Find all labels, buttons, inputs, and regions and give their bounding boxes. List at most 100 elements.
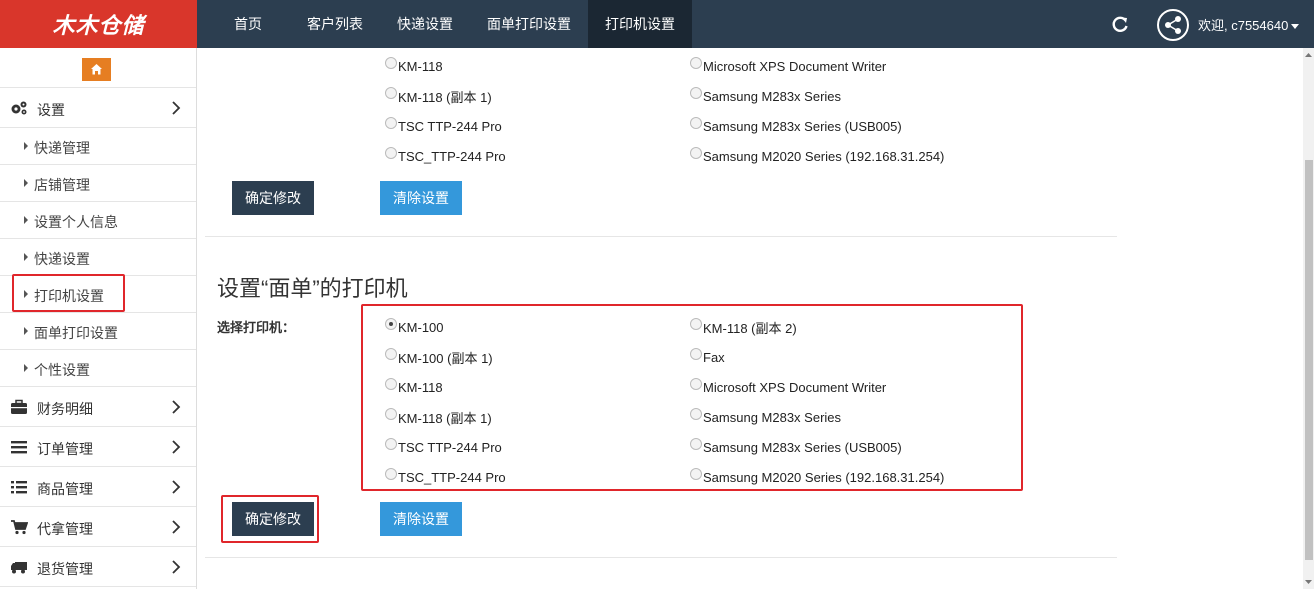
radio-printer[interactable]: Microsoft XPS Document Writer bbox=[690, 377, 886, 397]
scroll-up-arrow-icon[interactable] bbox=[1303, 48, 1314, 62]
radio-label: KM-100 (副本 1) bbox=[398, 350, 493, 366]
clear-settings-button[interactable]: 清除设置 bbox=[380, 502, 462, 536]
highlight-confirm-button bbox=[221, 495, 319, 543]
radio-printer[interactable]: KM-100 (副本 1) bbox=[385, 347, 493, 367]
sidebar-item-personal-info[interactable]: 设置个人信息 bbox=[0, 202, 196, 239]
radio-circle[interactable] bbox=[690, 147, 702, 159]
radio-printer[interactable]: KM-118 (副本 1) bbox=[385, 86, 492, 106]
clear-settings-button[interactable]: 清除设置 bbox=[380, 181, 462, 215]
chevron-right-icon bbox=[172, 440, 181, 454]
radio-circle[interactable] bbox=[690, 408, 702, 420]
sidebar-item-label: 设置个人信息 bbox=[34, 214, 118, 230]
radio-printer[interactable]: Samsung M283x Series (USB005) bbox=[690, 437, 902, 457]
radio-printer[interactable]: KM-118 bbox=[385, 56, 443, 76]
radio-printer[interactable]: KM-118 bbox=[385, 377, 443, 397]
home-button[interactable] bbox=[82, 58, 111, 81]
radio-printer[interactable]: TSC_TTP-244 Pro bbox=[385, 146, 506, 166]
radio-printer[interactable]: KM-118 (副本 1) bbox=[385, 407, 492, 427]
nav-customer-list[interactable]: 客户列表 bbox=[290, 0, 380, 48]
section-divider bbox=[205, 236, 1117, 237]
sidebar-group-products[interactable]: 商品管理 bbox=[0, 467, 196, 507]
nav-waybill-print-settings[interactable]: 面单打印设置 bbox=[470, 0, 588, 48]
radio-circle[interactable] bbox=[690, 348, 702, 360]
radio-circle-selected[interactable] bbox=[385, 318, 397, 330]
radio-label: KM-118 (副本 1) bbox=[398, 89, 492, 105]
sidebar-item-label: 快递设置 bbox=[34, 251, 90, 267]
radio-label: TSC TTP-244 Pro bbox=[398, 118, 502, 134]
sidebar-group-finance[interactable]: 财务明细 bbox=[0, 387, 196, 427]
radio-circle[interactable] bbox=[385, 408, 397, 420]
radio-label: Microsoft XPS Document Writer bbox=[703, 58, 887, 74]
radio-circle[interactable] bbox=[385, 117, 397, 129]
section-title: 设置“面单”的打印机 bbox=[217, 276, 408, 301]
radio-circle[interactable] bbox=[690, 378, 702, 390]
radio-printer[interactable]: Samsung M283x Series bbox=[690, 407, 841, 427]
chevron-right-icon bbox=[172, 560, 181, 574]
sidebar-group-finance-label: 财务明细 bbox=[37, 401, 93, 417]
radio-circle[interactable] bbox=[385, 57, 397, 69]
radio-label: Fax bbox=[703, 349, 725, 365]
logo-text: 木木仓储 bbox=[52, 13, 145, 38]
list-icon bbox=[11, 481, 27, 494]
radio-printer[interactable]: TSC TTP-244 Pro bbox=[385, 437, 502, 457]
scrollbar-thumb[interactable] bbox=[1305, 160, 1313, 560]
radio-circle[interactable] bbox=[690, 117, 702, 129]
refresh-icon[interactable] bbox=[1110, 14, 1130, 34]
radio-label: KM-118 bbox=[398, 379, 443, 395]
radio-circle[interactable] bbox=[385, 87, 397, 99]
chevron-right-icon bbox=[172, 520, 181, 534]
radio-label: KM-100 bbox=[398, 319, 444, 335]
radio-printer[interactable]: TSC_TTP-244 Pro bbox=[385, 467, 506, 487]
main-nav: 首页 客户列表 快递设置 面单打印设置 打印机设置 bbox=[197, 0, 692, 48]
sidebar-item-express-management[interactable]: 快递管理 bbox=[0, 128, 196, 165]
sidebar-group-pickup-label: 代拿管理 bbox=[37, 521, 93, 537]
radio-label: KM-118 bbox=[398, 58, 443, 74]
caret-right-icon bbox=[24, 179, 28, 187]
sidebar-item-label: 店铺管理 bbox=[34, 177, 90, 193]
nav-express-settings[interactable]: 快递设置 bbox=[380, 0, 470, 48]
caret-right-icon bbox=[24, 216, 28, 224]
radio-circle[interactable] bbox=[690, 318, 702, 330]
user-menu[interactable]: 欢迎, c7554640 bbox=[1198, 0, 1300, 48]
radio-printer[interactable]: Samsung M283x Series bbox=[690, 86, 841, 106]
sidebar-group-orders[interactable]: 订单管理 bbox=[0, 427, 196, 467]
caret-right-icon bbox=[24, 142, 28, 150]
radio-circle[interactable] bbox=[690, 468, 702, 480]
sidebar-item-waybill-print-settings[interactable]: 面单打印设置 bbox=[0, 313, 196, 350]
radio-printer[interactable]: Fax bbox=[690, 347, 725, 367]
sidebar-group-settings[interactable]: 设置 bbox=[0, 88, 196, 128]
sidebar-group-pickup[interactable]: 代拿管理 bbox=[0, 507, 196, 547]
radio-circle[interactable] bbox=[385, 378, 397, 390]
sidebar-item-label: 个性设置 bbox=[34, 362, 90, 378]
radio-printer[interactable]: Samsung M2020 Series (192.168.31.254) bbox=[690, 467, 944, 487]
radio-circle[interactable] bbox=[385, 348, 397, 360]
confirm-button[interactable]: 确定修改 bbox=[232, 181, 314, 215]
radio-circle[interactable] bbox=[385, 147, 397, 159]
sidebar-group-returns[interactable]: 退货管理 bbox=[0, 547, 196, 587]
radio-printer[interactable]: KM-100 bbox=[385, 317, 444, 337]
caret-down-icon bbox=[1291, 24, 1300, 29]
sidebar-group-orders-label: 订单管理 bbox=[37, 441, 93, 457]
sidebar-item-store-management[interactable]: 店铺管理 bbox=[0, 165, 196, 202]
sidebar-item-personalization[interactable]: 个性设置 bbox=[0, 350, 196, 387]
radio-circle[interactable] bbox=[385, 468, 397, 480]
sidebar-group-returns-label: 退货管理 bbox=[37, 561, 93, 577]
logo[interactable]: 木木仓储 bbox=[0, 0, 197, 48]
radio-label: Samsung M283x Series bbox=[703, 409, 842, 425]
radio-circle[interactable] bbox=[690, 438, 702, 450]
nav-printer-settings[interactable]: 打印机设置 bbox=[588, 0, 692, 48]
scroll-down-arrow-icon[interactable] bbox=[1303, 575, 1314, 589]
radio-printer[interactable]: TSC TTP-244 Pro bbox=[385, 116, 502, 136]
radio-printer[interactable]: Samsung M2020 Series (192.168.31.254) bbox=[690, 146, 944, 166]
share-icon[interactable] bbox=[1157, 9, 1189, 41]
radio-printer[interactable]: Samsung M283x Series (USB005) bbox=[690, 116, 902, 136]
sidebar-item-express-settings[interactable]: 快递设置 bbox=[0, 239, 196, 276]
radio-circle[interactable] bbox=[385, 438, 397, 450]
radio-circle[interactable] bbox=[690, 87, 702, 99]
nav-home[interactable]: 首页 bbox=[197, 0, 290, 48]
radio-label: TSC TTP-244 Pro bbox=[398, 439, 502, 455]
radio-printer[interactable]: KM-118 (副本 2) bbox=[690, 317, 797, 337]
radio-circle[interactable] bbox=[690, 57, 702, 69]
home-row bbox=[0, 48, 196, 88]
radio-printer[interactable]: Microsoft XPS Document Writer bbox=[690, 56, 886, 76]
